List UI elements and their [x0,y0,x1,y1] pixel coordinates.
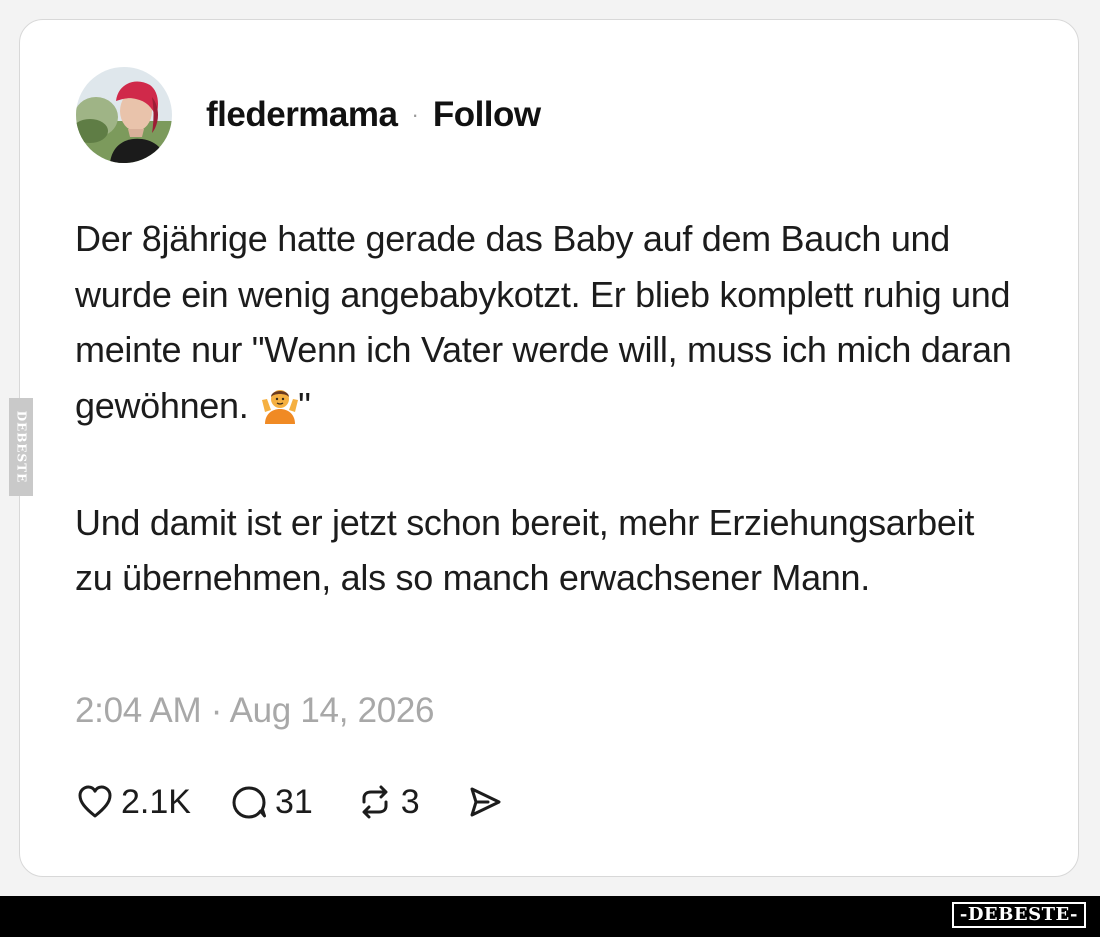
like-count: 2.1K [121,782,191,821]
like-button[interactable]: 2.1K [75,782,191,822]
avatar[interactable] [76,67,172,163]
follow-button[interactable]: Follow [433,95,541,135]
repost-icon [362,785,388,819]
author-username[interactable]: fledermama [206,95,398,135]
post-timestamp[interactable]: 2:04 AM · Aug 14, 2026 [75,691,435,731]
side-watermark: DEBESTE [9,398,33,496]
paragraph-text: Der 8jährige hatte gerade das Baby auf d… [75,218,1012,426]
repost-count: 3 [400,782,420,821]
footer-bar: -DEBESTE- [0,896,1100,937]
comment-icon [232,786,266,819]
separator-dot: · [411,102,419,127]
reply-button[interactable]: 31 [229,782,313,822]
post-paragraph: Und damit ist er jetzt schon bereit, meh… [75,501,975,599]
person-shrugging-emoji-icon [262,384,299,440]
post-actions: 2.1K 31 3 [75,777,504,827]
paragraph-quote-end: " [298,384,311,426]
post-card: fledermama · Follow Der 8jährige hatte g… [19,19,1079,877]
footer-watermark-logo: -DEBESTE- [951,902,1086,928]
post-paragraph: Der 8jährige hatte gerade das Baby auf d… [75,211,1015,439]
side-watermark-text: DEBESTE [14,410,28,484]
post-body: Der 8jährige hatte gerade das Baby auf d… [75,211,1015,606]
repost-button[interactable]: 3 [355,782,420,822]
post-header: fledermama · Follow [76,67,541,163]
share-button[interactable] [464,782,504,822]
share-icon [470,787,501,817]
reply-count: 31 [274,782,313,821]
profile-photo-icon [76,67,172,163]
heart-icon [78,785,112,818]
